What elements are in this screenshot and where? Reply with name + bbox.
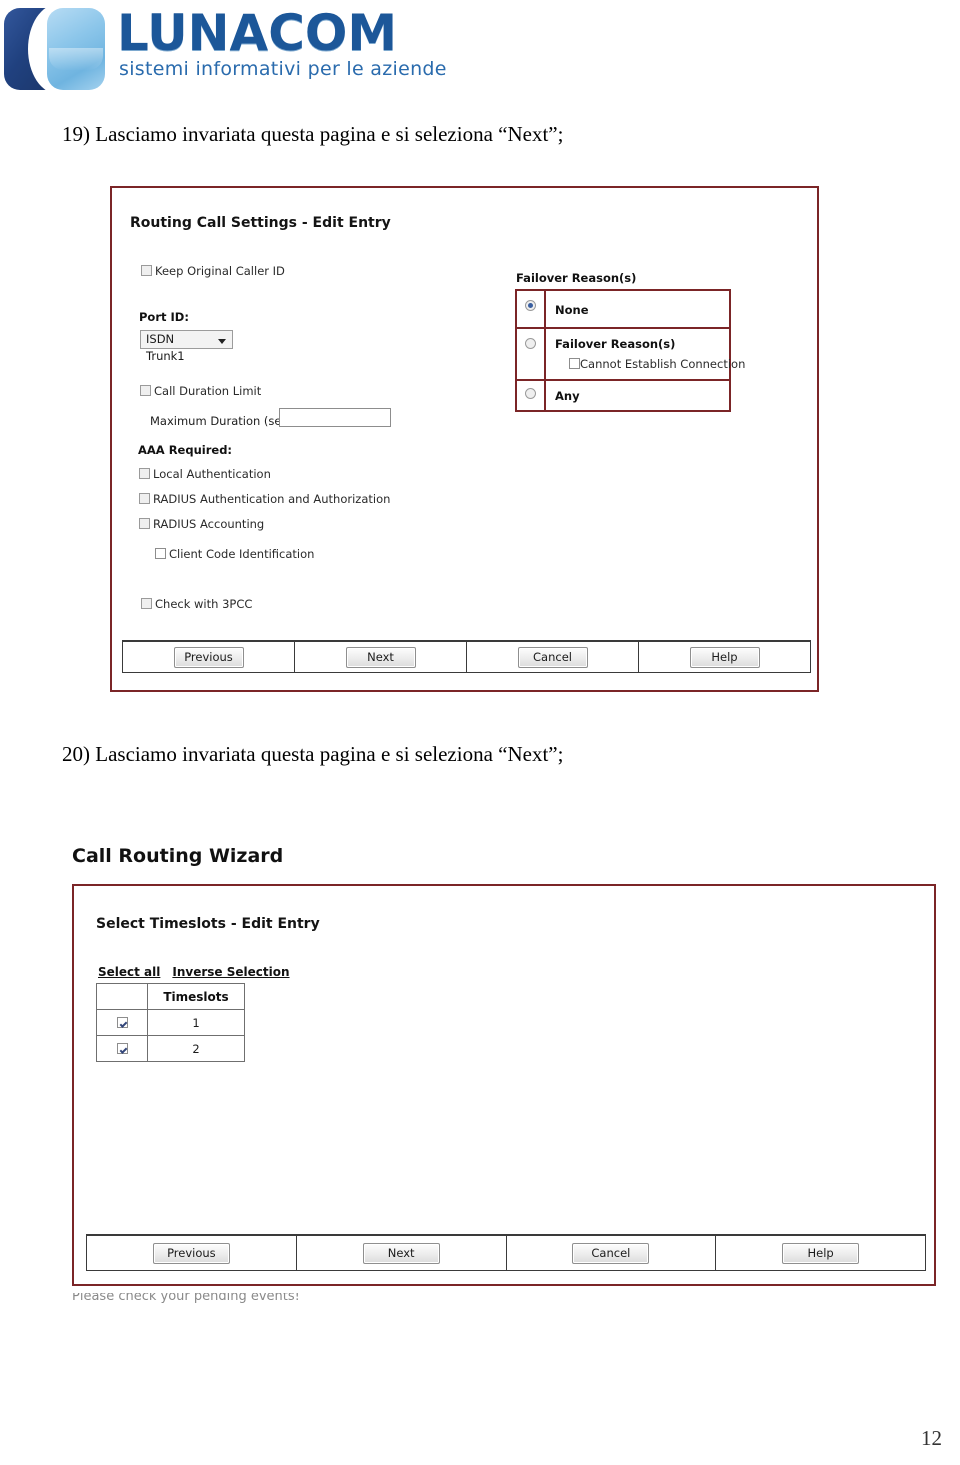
page-number: 12	[921, 1426, 942, 1450]
lunacom-logo-icon	[2, 4, 110, 94]
failover-reasons-label: Failover Reason(s)	[555, 337, 676, 351]
timeslots-table: Timeslots 1 2	[96, 983, 245, 1062]
cannot-establish-connection-checkbox[interactable]	[569, 358, 580, 369]
dialog2-cancel-button[interactable]: Cancel	[572, 1242, 650, 1264]
brand-tagline: sistemi informativi per le aziende	[119, 58, 447, 80]
failover-option-any[interactable]: Any	[517, 381, 729, 410]
radius-accounting-row[interactable]: RADIUS Accounting	[139, 517, 264, 531]
dialog1-help-button[interactable]: Help	[689, 646, 760, 668]
table-row[interactable]: 2	[96, 1035, 245, 1062]
radius-authentication-checkbox[interactable]	[139, 493, 150, 504]
maximum-duration-input[interactable]	[279, 408, 391, 427]
dialog1-cancel-cell[interactable]: Cancel	[467, 642, 639, 672]
dialog2-title: Select Timeslots - Edit Entry	[96, 916, 320, 932]
dialog2-previous-cell[interactable]: Previous	[87, 1236, 297, 1270]
radius-authentication-row[interactable]: RADIUS Authentication and Authorization	[139, 492, 390, 506]
dialog2-previous-button[interactable]: Previous	[152, 1242, 230, 1264]
cannot-establish-connection-row[interactable]: Cannot Establish Connection	[569, 357, 745, 371]
failover-any-label: Any	[555, 389, 580, 403]
client-code-identification-label: Client Code Identification	[169, 547, 315, 561]
port-id-value: ISDN Trunk1	[146, 332, 185, 363]
dialog2-next-button[interactable]: Next	[362, 1242, 440, 1264]
failover-group-label: Failover Reason(s)	[516, 271, 637, 285]
dialog1-next-button[interactable]: Next	[345, 646, 416, 668]
failover-none-label: None	[555, 303, 589, 317]
failover-option-reasons[interactable]: Failover Reason(s) Cannot Establish Conn…	[517, 329, 745, 381]
local-authentication-checkbox[interactable]	[139, 468, 150, 479]
dialog2-help-button[interactable]: Help	[782, 1242, 860, 1264]
local-authentication-row[interactable]: Local Authentication	[139, 467, 271, 481]
timeslot-2-checkbox[interactable]	[116, 1042, 128, 1054]
port-id-label: Port ID:	[139, 310, 189, 324]
dialog1-help-cell[interactable]: Help	[639, 642, 810, 672]
dialog1-previous-cell[interactable]: Previous	[123, 642, 295, 672]
client-code-identification-row[interactable]: Client Code Identification	[155, 547, 314, 561]
routing-call-settings-dialog: Routing Call Settings - Edit Entry Keep …	[110, 186, 819, 692]
client-code-identification-checkbox[interactable]	[155, 548, 166, 559]
dialog1-button-bar: Previous Next Cancel Help	[122, 640, 811, 673]
select-all-link[interactable]: Select all	[98, 965, 160, 979]
radius-accounting-checkbox[interactable]	[139, 518, 150, 529]
select-timeslots-dialog: Select Timeslots - Edit Entry Select all…	[72, 884, 936, 1286]
keep-original-caller-id-label: Keep Original Caller ID	[155, 264, 285, 278]
step-19-text: 19) Lasciamo invariata questa pagina e s…	[62, 122, 564, 146]
cannot-establish-connection-label: Cannot Establish Connection	[580, 357, 746, 371]
table-row[interactable]: 1	[96, 1009, 245, 1036]
aaa-required-label: AAA Required:	[138, 443, 233, 457]
failover-reason-group: None Failover Reason(s) Cannot Establish…	[515, 289, 745, 412]
step-20-text: 20) Lasciamo invariata questa pagina e s…	[62, 742, 564, 766]
failover-any-radio[interactable]	[525, 388, 536, 399]
timeslots-header-row: Timeslots	[96, 983, 245, 1010]
failover-option-none[interactable]: None	[517, 291, 729, 329]
call-duration-limit-row[interactable]: Call Duration Limit	[140, 384, 261, 398]
pending-events-text: Please check your pending events!	[72, 1293, 300, 1304]
dialog2-help-cell[interactable]: Help	[716, 1236, 925, 1270]
dialog1-cancel-button[interactable]: Cancel	[517, 646, 588, 668]
dialog2-cancel-cell[interactable]: Cancel	[507, 1236, 717, 1270]
timeslot-links: Select all Inverse Selection	[98, 965, 302, 979]
dialog2-next-cell[interactable]: Next	[297, 1236, 507, 1270]
failover-none-radio-cell[interactable]	[517, 291, 546, 327]
keep-original-caller-id-checkbox[interactable]	[141, 265, 152, 276]
radius-authentication-label: RADIUS Authentication and Authorization	[153, 492, 391, 506]
logo-light-shape	[47, 8, 105, 90]
timeslot-2-value: 2	[147, 1035, 245, 1062]
check-with-3pcc-row[interactable]: Check with 3PCC	[141, 597, 252, 611]
radius-accounting-label: RADIUS Accounting	[153, 517, 265, 531]
failover-reasons-radio-cell[interactable]	[517, 329, 546, 379]
keep-original-caller-id-row[interactable]: Keep Original Caller ID	[141, 264, 285, 278]
brand-header: LUNACOM sistemi informativi per le azien…	[0, 0, 960, 100]
maximum-duration-label: Maximum Duration (sec):	[150, 414, 297, 428]
pending-events-note: Please check your pending events!	[72, 1293, 362, 1306]
port-id-select[interactable]: ISDN Trunk1	[140, 330, 233, 363]
timeslots-header-label: Timeslots	[147, 983, 245, 1010]
failover-none-radio[interactable]	[525, 300, 536, 311]
timeslot-1-checkbox-cell[interactable]	[96, 1009, 148, 1036]
timeslot-1-value: 1	[147, 1009, 245, 1036]
inverse-selection-link[interactable]: Inverse Selection	[172, 965, 289, 979]
timeslot-1-checkbox[interactable]	[116, 1016, 128, 1028]
timeslot-2-checkbox-cell[interactable]	[96, 1035, 148, 1062]
check-with-3pcc-checkbox[interactable]	[141, 598, 152, 609]
dialog2-button-bar: Previous Next Cancel Help	[86, 1234, 926, 1271]
brand-wordmark: LUNACOM	[117, 4, 398, 62]
call-duration-limit-checkbox[interactable]	[140, 385, 151, 396]
check-with-3pcc-label: Check with 3PCC	[155, 597, 253, 611]
failover-any-radio-cell[interactable]	[517, 381, 546, 410]
chevron-down-icon	[218, 339, 226, 344]
timeslots-header-checkbox-col	[96, 983, 148, 1010]
dialog1-previous-button[interactable]: Previous	[173, 646, 244, 668]
failover-reasons-radio[interactable]	[525, 338, 536, 349]
call-duration-limit-label: Call Duration Limit	[154, 384, 262, 398]
local-authentication-label: Local Authentication	[153, 467, 271, 481]
dialog1-title: Routing Call Settings - Edit Entry	[130, 215, 391, 231]
call-routing-wizard-heading: Call Routing Wizard	[72, 845, 284, 867]
dialog1-next-cell[interactable]: Next	[295, 642, 467, 672]
